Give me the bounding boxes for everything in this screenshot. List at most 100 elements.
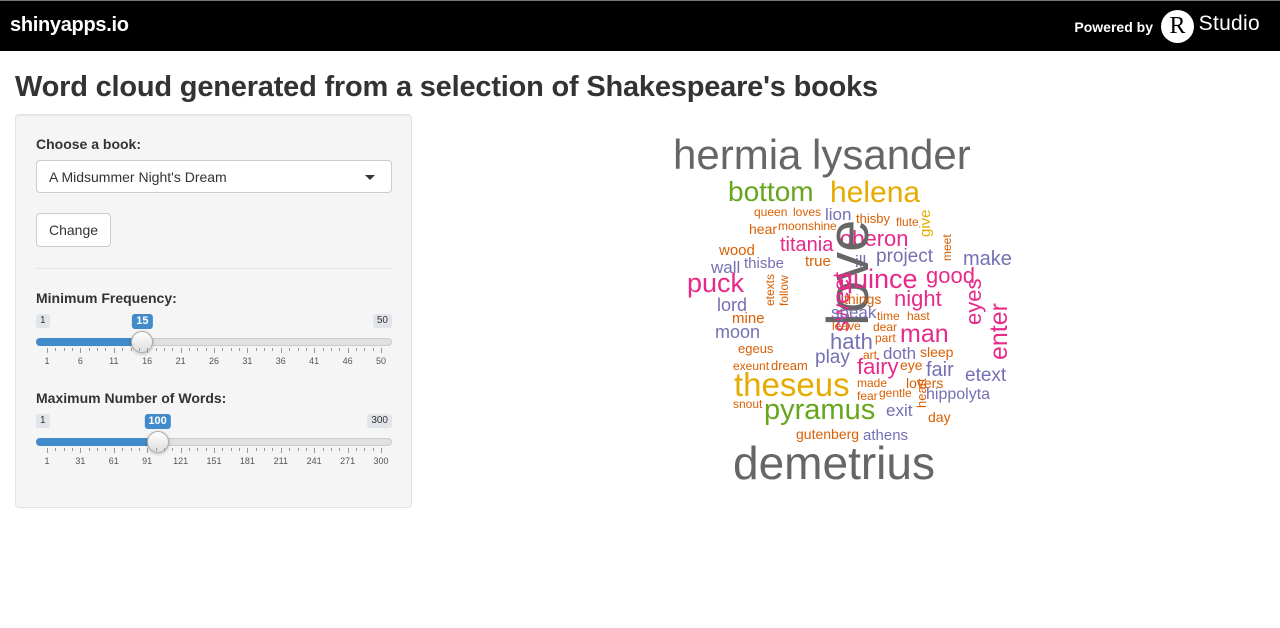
slider-minor-tick	[122, 448, 124, 451]
slider-tick-label: 16	[142, 356, 153, 366]
slider-tick-label: 1	[44, 356, 50, 366]
slider-tick	[247, 348, 249, 353]
cloud-word-bottom: bottom	[728, 176, 814, 207]
slider-minor-tick	[255, 348, 257, 351]
sidebar-panel: Choose a book: A Midsummer Night's Dream…	[15, 114, 412, 508]
slider-minor-tick	[130, 448, 132, 451]
brand-link[interactable]: shinyapps.io	[10, 14, 129, 37]
slider-minor-tick	[205, 448, 207, 451]
slider-fill	[36, 438, 158, 446]
slider-max-label: 50	[372, 314, 392, 328]
top-navbar: shinyapps.io Powered by R Studio	[0, 0, 1280, 51]
cloud-word-day: day	[928, 409, 951, 425]
slider-tick	[113, 448, 115, 453]
cloud-word-lysander: lysander	[812, 131, 971, 178]
slider-minor-tick	[188, 348, 190, 351]
slider-minor-tick	[297, 448, 299, 451]
cloud-word-pyramus: pyramus	[764, 394, 876, 426]
cloud-word-meet: meet	[940, 234, 954, 261]
cloud-word-hippolyta: hippolyta	[926, 386, 991, 403]
cloud-word-exit: exit	[886, 401, 913, 420]
slider-minor-tick	[222, 348, 224, 351]
slider-minor-tick	[372, 348, 374, 351]
cloud-word-moon: moon	[715, 322, 761, 342]
cloud-word-night: night	[894, 286, 942, 311]
slider-minor-tick	[264, 448, 266, 451]
book-select-value: A Midsummer Night's Dream	[49, 169, 227, 185]
slider-tick	[80, 348, 82, 353]
book-select[interactable]: A Midsummer Night's Dream	[36, 160, 392, 193]
rstudio-logo-icon[interactable]: R	[1161, 10, 1194, 43]
slider-minor-tick	[255, 448, 257, 451]
slider-minor-tick	[155, 448, 157, 451]
slider-tick-label: 26	[208, 356, 220, 366]
cloud-word-play: play	[815, 347, 850, 368]
slider-minor-tick	[138, 348, 140, 351]
slider-minor-tick	[289, 448, 291, 451]
change-button[interactable]: Change	[36, 213, 111, 247]
slider-minor-tick	[97, 348, 99, 351]
slider-minor-tick	[197, 448, 199, 451]
slider-minor-tick	[339, 448, 341, 451]
slider-max-label: 300	[367, 414, 392, 428]
cloud-word-thisbe: thisbe	[744, 255, 785, 272]
cloud-word-loves: loves	[793, 205, 822, 219]
word-cloud: hermia lysander bottom helena queen loves lion…	[660, 120, 1040, 500]
slider-tick	[47, 448, 48, 453]
slider-minor-tick	[72, 348, 74, 351]
slider-tick	[180, 348, 182, 353]
cloud-word-heart: heart	[914, 378, 929, 408]
slider-tick	[47, 348, 48, 353]
slider-tick	[314, 448, 316, 453]
min-frequency-label: Minimum Frequency:	[36, 290, 177, 306]
cloud-word-etext: etext	[965, 365, 1007, 386]
min-frequency-slider[interactable]: 1 50 15 1 6 11 16 21 26 31 36 41 46 50	[36, 314, 392, 378]
slider-minor-tick	[97, 448, 99, 451]
max-words-label: Maximum Number of Words:	[36, 390, 227, 406]
slider-tick	[214, 448, 215, 453]
slider-minor-tick	[72, 448, 74, 451]
slider-minor-tick	[130, 348, 132, 351]
slider-minor-tick	[205, 348, 207, 351]
slider-fill	[36, 338, 143, 346]
slider-tick-label: 41	[309, 356, 320, 366]
slider-minor-tick	[289, 348, 291, 351]
max-words-slider[interactable]: 1 300 100 1 31 61 91 121 151 181 211 241 271 300	[36, 414, 392, 478]
slider-tick	[80, 448, 82, 453]
slider-minor-tick	[122, 348, 124, 351]
slider-tick-label: 6	[77, 356, 83, 366]
slider-tick	[381, 348, 382, 353]
slider-tick-label: 11	[109, 356, 119, 366]
slider-tick	[147, 348, 149, 353]
slider-min-label: 1	[36, 314, 50, 328]
slider-tick-label: 50	[375, 356, 387, 366]
slider-minor-tick	[305, 348, 307, 351]
slider-tick-label: 300	[373, 456, 389, 466]
cloud-word-enter: enter	[985, 303, 1013, 360]
slider-tick-label: 241	[306, 456, 322, 466]
slider-tick-label: 91	[142, 456, 153, 466]
rstudio-logo-text[interactable]: Studio	[1199, 12, 1260, 36]
slider-minor-tick	[197, 348, 199, 351]
slider-grid: 1 31 61 91 121 151 181 211 241 271 300	[36, 448, 392, 468]
book-select-label: Choose a book:	[36, 136, 142, 152]
slider-tick	[381, 448, 382, 453]
slider-tick	[247, 448, 249, 453]
slider-tick	[280, 348, 282, 353]
powered-by-text: Powered by	[1074, 19, 1153, 35]
slider-tick-label: 46	[342, 356, 353, 366]
slider-minor-tick	[339, 348, 341, 351]
slider-minor-tick	[105, 448, 107, 451]
slider-minor-tick	[63, 348, 65, 351]
slider-minor-tick	[163, 448, 165, 451]
slider-minor-tick	[264, 348, 266, 351]
slider-minor-tick	[364, 448, 366, 451]
slider-tick	[280, 448, 282, 453]
slider-value-label: 100	[144, 414, 171, 429]
slider-tick-label: 181	[239, 456, 255, 466]
slider-minor-tick	[222, 448, 224, 451]
slider-minor-tick	[55, 448, 57, 451]
slider-tick	[347, 448, 349, 453]
cloud-word-eyes: eyes	[961, 278, 986, 325]
cloud-word-fairy: fairy	[857, 354, 899, 379]
